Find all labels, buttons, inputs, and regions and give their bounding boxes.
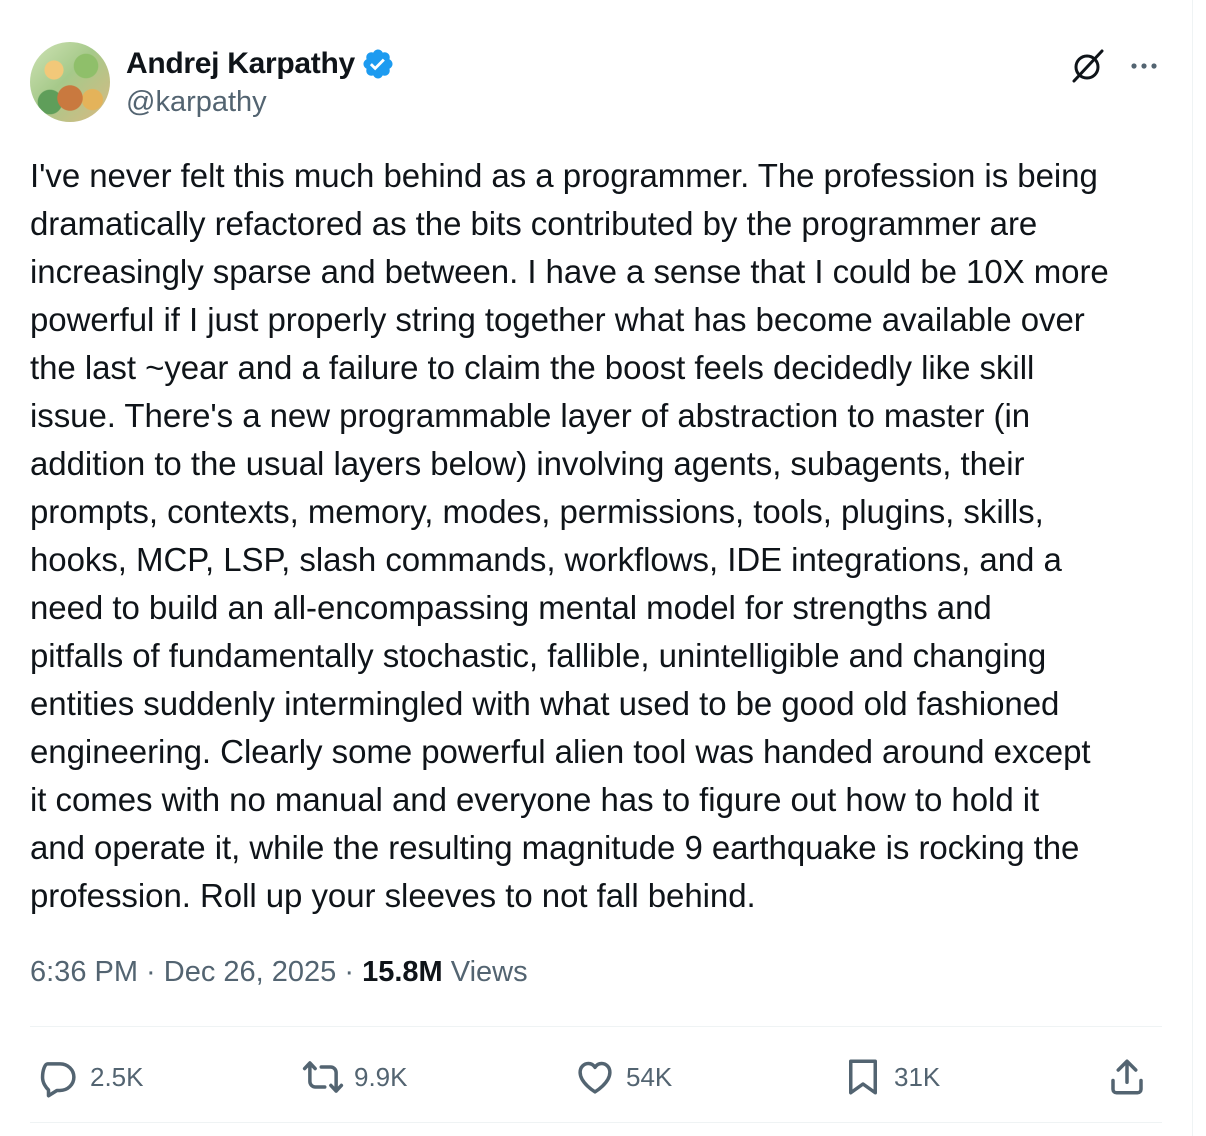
grok-icon[interactable] [1068, 46, 1108, 86]
divider [30, 1026, 1162, 1027]
bookmark-button[interactable]: 31K [842, 1052, 940, 1102]
like-icon [578, 1061, 612, 1094]
reply-icon [40, 1062, 76, 1098]
like-button[interactable]: 54K [574, 1052, 672, 1102]
action-bar: 2.5K 9.9K 54K 31K [30, 1052, 1162, 1102]
retweet-icon [302, 1061, 344, 1093]
more-icon[interactable] [1126, 48, 1162, 84]
like-count: 54K [626, 1061, 673, 1092]
tweet-meta: 6:36 PM · Dec 26, 2025 · 15.8M Views [30, 952, 528, 992]
reply-button[interactable]: 2.5K [38, 1052, 144, 1102]
share-icon [1111, 1059, 1143, 1095]
display-name[interactable]: Andrej Karpathy [126, 47, 355, 81]
meta-separator: · [336, 955, 363, 988]
share-button[interactable] [1106, 1052, 1148, 1102]
verified-badge-icon[interactable] [361, 47, 395, 81]
tweet-date[interactable]: Dec 26, 2025 [164, 956, 337, 989]
bookmark-count: 31K [894, 1061, 941, 1092]
views-label: Views [442, 955, 528, 988]
meta-separator: · [138, 955, 164, 988]
reply-count: 2.5K [90, 1061, 144, 1092]
divider [30, 1122, 1162, 1123]
column-border [1192, 0, 1193, 1136]
handle[interactable]: @karpathy [126, 86, 267, 119]
retweet-count: 9.9K [354, 1061, 408, 1092]
name-row: Andrej Karpathy [126, 44, 395, 84]
top-actions [1068, 46, 1162, 86]
tweet-header: Andrej Karpathy @karpathy [30, 42, 1162, 126]
avatar[interactable] [30, 42, 110, 122]
tweet-time[interactable]: 6:36 PM [30, 956, 138, 989]
views-count[interactable]: 15.8M [362, 956, 443, 989]
bookmark-icon [849, 1059, 877, 1095]
retweet-button[interactable]: 9.9K [302, 1052, 408, 1102]
tweet-text: I've never felt this much behind as a pr… [30, 157, 1109, 914]
